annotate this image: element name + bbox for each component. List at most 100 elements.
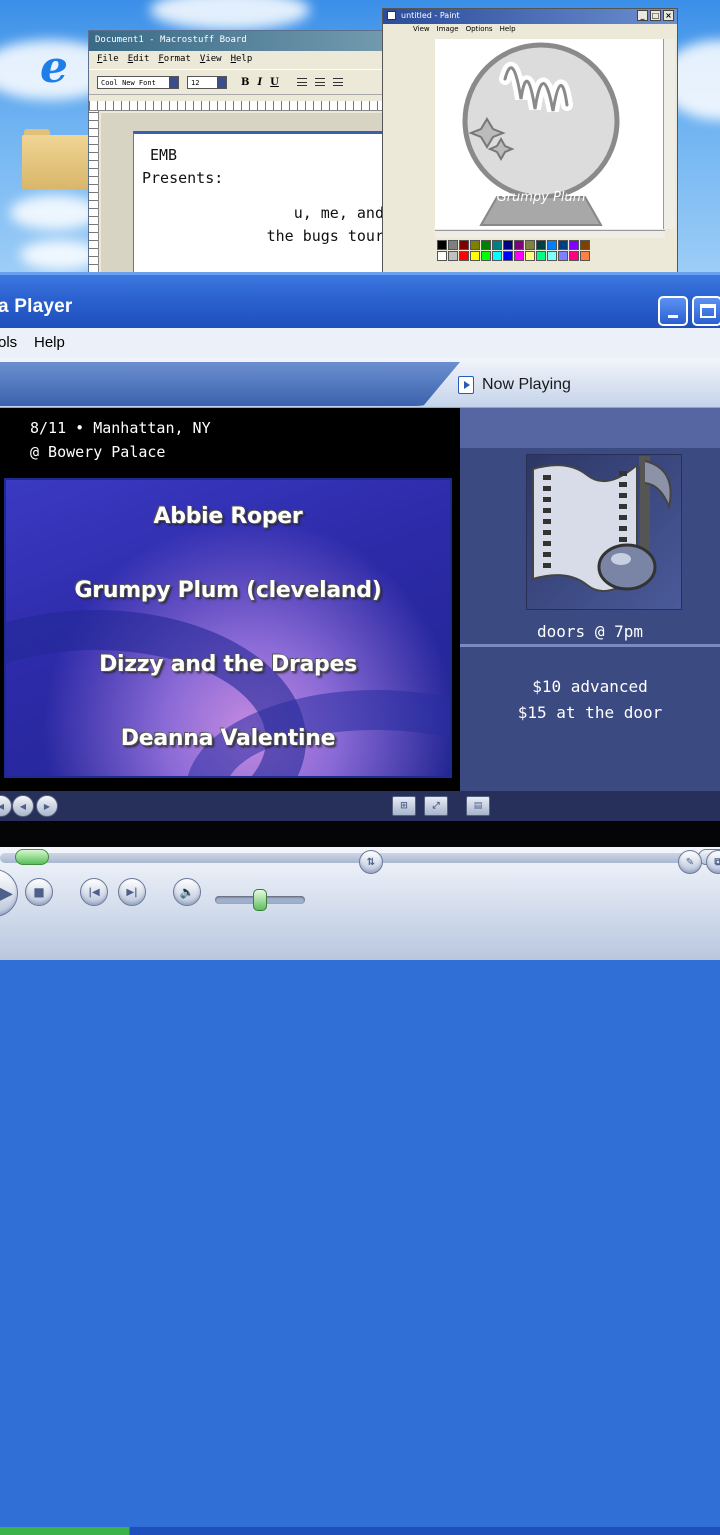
word-window-title: Document1 - Macrostuff Board [95, 35, 247, 45]
maximize-button[interactable]: □ [650, 10, 661, 21]
playlist-icon[interactable]: ▤ [466, 796, 490, 816]
underline-button[interactable]: U [270, 77, 279, 88]
palette-swatch[interactable] [547, 240, 557, 250]
paint-canvas[interactable]: Grumpy Plum [435, 39, 663, 229]
align-center-icon[interactable] [314, 78, 325, 86]
cloud [150, 0, 310, 30]
minimize-button[interactable]: _ [637, 10, 648, 21]
palette-swatch[interactable] [514, 251, 524, 261]
palette-swatch[interactable] [481, 240, 491, 250]
next-button[interactable]: ▶| [118, 878, 146, 906]
internet-explorer-icon[interactable]: e [40, 42, 68, 93]
document-page[interactable]: EMB Presents: u, me, and the bugs tour [133, 131, 393, 274]
palette-swatch[interactable] [558, 251, 568, 261]
chevron-down-icon [169, 76, 178, 88]
compact-mode-icon[interactable]: ⤢ [424, 796, 448, 816]
bold-button[interactable]: B [241, 77, 249, 88]
horizontal-scrollbar[interactable] [435, 230, 665, 238]
cloud [10, 195, 100, 230]
ticket-prices: $10 advanced $15 at the door [460, 674, 720, 726]
palette-swatch[interactable] [459, 251, 469, 261]
minimize-button[interactable] [658, 296, 688, 326]
palette-swatch[interactable] [569, 251, 579, 261]
act-name: Grumpy Plum (cleveland) [74, 578, 382, 603]
palette-swatch[interactable] [437, 251, 447, 261]
menu-image[interactable]: Image [437, 25, 459, 35]
paint-window[interactable]: untitled - Paint _ □ × View Image Option… [382, 8, 678, 273]
palette-swatch[interactable] [437, 240, 447, 250]
maximize-button[interactable] [692, 296, 720, 326]
previous-track-icon[interactable]: ◀ [0, 795, 12, 817]
tab-now-playing[interactable]: Now Playing [448, 364, 720, 406]
mute-button[interactable]: 🔈 [173, 878, 201, 906]
palette-swatch[interactable] [492, 240, 502, 250]
palette-swatch[interactable] [558, 240, 568, 250]
volume-thumb[interactable] [253, 889, 267, 911]
palette-swatch[interactable] [459, 240, 469, 250]
stop-button[interactable]: ■ [25, 878, 53, 906]
fullscreen-icon[interactable]: ⊞ [392, 796, 416, 816]
event-date-location: 8/11 • Manhattan, NY [30, 419, 211, 437]
player-menu-bar: ols Help [0, 328, 720, 358]
folder-icon[interactable] [22, 129, 90, 189]
video-screen[interactable]: 8/11 • Manhattan, NY @ Bowery Palace Abb… [0, 408, 460, 791]
menu-edit[interactable]: Edit [128, 54, 150, 66]
menu-file[interactable]: File [97, 54, 119, 66]
palette-swatch[interactable] [536, 240, 546, 250]
menu-tools[interactable]: ols [0, 334, 17, 351]
formatting-toolbar: Cool New Font 12 B I U [89, 69, 432, 95]
menu-format[interactable]: Format [158, 54, 191, 66]
palette-swatch[interactable] [503, 240, 513, 250]
palette-swatch[interactable] [514, 240, 524, 250]
event-info: 8/11 • Manhattan, NY @ Bowery Palace [30, 416, 211, 464]
paint-title-bar[interactable]: untitled - Paint _ □ × [383, 9, 677, 24]
taskbar-swoosh [0, 362, 460, 406]
seek-thumb[interactable] [14, 849, 49, 865]
word-title-bar[interactable]: Document1 - Macrostuff Board _ □ × [89, 31, 432, 51]
vertical-scrollbar[interactable] [663, 39, 675, 229]
forward-icon[interactable]: ▶ [36, 795, 58, 817]
palette-swatch[interactable] [580, 240, 590, 250]
secondary-toolbar: ◀ ◀ ▶ ⊞ ⤢ ▤ [0, 791, 720, 821]
palette-swatch[interactable] [503, 251, 513, 261]
menu-options[interactable]: Options [466, 25, 493, 35]
player-title-bar[interactable]: a Player [0, 272, 720, 328]
font-size-select[interactable]: 12 [187, 75, 227, 89]
italic-button[interactable]: I [257, 77, 262, 88]
menu-help[interactable]: Help [34, 334, 65, 351]
equalizer-icon[interactable]: ⇅ [359, 850, 383, 874]
palette-swatch[interactable] [448, 240, 458, 250]
palette-swatch[interactable] [580, 251, 590, 261]
menu-view[interactable]: View [413, 25, 430, 35]
edit-icon[interactable]: ✎ [678, 850, 702, 874]
close-button[interactable]: × [663, 10, 674, 21]
palette-swatch[interactable] [525, 251, 535, 261]
doc-line: EMB [150, 146, 178, 164]
palette-swatch[interactable] [569, 240, 579, 250]
menu-view[interactable]: View [200, 54, 222, 66]
align-right-icon[interactable] [332, 78, 343, 86]
palette-swatch[interactable] [536, 251, 546, 261]
act-name: Deanna Valentine [120, 726, 336, 751]
doc-line: u, me, and [293, 204, 384, 222]
previous-button[interactable]: |◀ [80, 878, 108, 906]
palette-swatch[interactable] [481, 251, 491, 261]
palette-swatch[interactable] [547, 251, 557, 261]
media-player-window[interactable]: a Player ols Help Now Playing 8/11 • Man… [0, 272, 720, 1535]
now-playing-sidebar: doors @ 7pm $10 advanced $15 at the door [460, 408, 720, 791]
align-left-icon[interactable] [296, 78, 307, 86]
palette-swatch[interactable] [470, 251, 480, 261]
font-name-select[interactable]: Cool New Font [97, 75, 179, 89]
switch-skin-icon[interactable]: ⧉ [706, 850, 720, 874]
bottom-edge [0, 1527, 720, 1535]
back-icon[interactable]: ◀ [12, 795, 34, 817]
menu-help[interactable]: Help [500, 25, 516, 35]
palette-swatch[interactable] [492, 251, 502, 261]
color-palette[interactable] [437, 240, 590, 261]
palette-swatch[interactable] [448, 251, 458, 261]
palette-swatch[interactable] [525, 240, 535, 250]
palette-swatch[interactable] [470, 240, 480, 250]
playback-controls: ▶ ■ |◀ ▶| 🔈 ⇅ ✎ ⧉ [0, 847, 720, 1535]
play-button[interactable]: ▶ [0, 869, 18, 917]
menu-help[interactable]: Help [231, 54, 253, 66]
